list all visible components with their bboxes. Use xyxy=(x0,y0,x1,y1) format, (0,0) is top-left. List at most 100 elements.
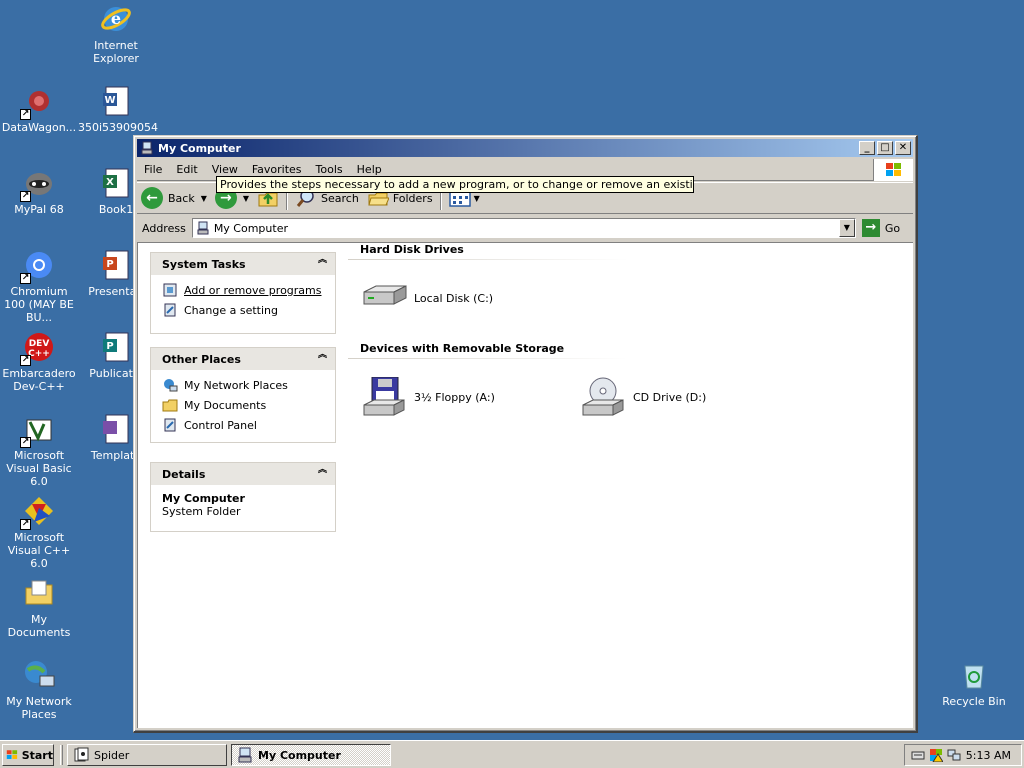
taskbar-button-spider[interactable]: Spider xyxy=(67,744,227,766)
recycle-bin-icon xyxy=(957,658,991,692)
my-documents-label: My Documents xyxy=(184,398,267,412)
floppy-drive-icon xyxy=(360,376,408,417)
address-input[interactable]: My Computer ▼ xyxy=(191,218,856,238)
other-places-panel: Other Places ︽ My Network Places My Docu… xyxy=(150,347,336,443)
desktop-icon-word-document[interactable]: W 350i53909054 xyxy=(77,84,159,134)
taskbar-grip[interactable] xyxy=(60,745,63,765)
local-disk-item[interactable]: Local Disk (C:) xyxy=(360,278,493,318)
clock[interactable]: 5:13 AM xyxy=(966,749,1011,762)
desktop-icon-devcpp[interactable]: DEV C++ ↗ Embarcadero Dev-C++ xyxy=(0,330,78,393)
security-alert-icon[interactable] xyxy=(929,748,944,763)
keyboard-icon[interactable] xyxy=(911,748,925,762)
my-documents-link[interactable]: My Documents xyxy=(162,395,324,415)
window-title: My Computer xyxy=(158,141,241,155)
desktop-icon-recycle-bin[interactable]: Recycle Bin xyxy=(935,658,1013,708)
control-panel-icon xyxy=(162,302,178,318)
window-titlebar[interactable]: My Computer _ □ ✕ xyxy=(137,139,913,157)
close-button[interactable]: ✕ xyxy=(895,141,911,155)
cd-drive-icon xyxy=(579,377,627,417)
mypal-icon: ↗ xyxy=(20,166,56,202)
add-remove-programs-link[interactable]: Add or remove programs xyxy=(162,280,324,300)
desktop-icon-chromium[interactable]: ↗ Chromium 100 (MAY BE BU... xyxy=(0,248,78,324)
shortcut-arrow-icon: ↗ xyxy=(20,519,31,530)
my-computer-icon xyxy=(197,221,209,235)
control-panel-link[interactable]: Control Panel xyxy=(162,415,324,435)
taskbar-button-my-computer[interactable]: My Computer xyxy=(231,744,391,766)
details-header[interactable]: Details ︽ xyxy=(151,463,335,485)
back-button[interactable]: ← Back ▼ xyxy=(137,184,211,212)
floppy-drive-item[interactable]: 3½ Floppy (A:) xyxy=(360,376,495,417)
chromium-icon: ↗ xyxy=(20,248,56,284)
menu-tools[interactable]: Tools xyxy=(309,163,350,176)
svg-text:X: X xyxy=(106,177,114,188)
menu-favorites[interactable]: Favorites xyxy=(245,163,309,176)
system-tasks-title: System Tasks xyxy=(162,257,246,271)
address-label: Address xyxy=(142,221,186,235)
desktop-icon-datawagon[interactable]: ↗ DataWagon... xyxy=(0,84,78,134)
maximize-button[interactable]: □ xyxy=(877,141,893,155)
menu-edit[interactable]: Edit xyxy=(169,163,204,176)
desktop-icon-label: DataWagon... xyxy=(1,121,77,134)
desktop-icon-network-places[interactable]: My Network Places xyxy=(0,658,78,721)
minimize-button[interactable]: _ xyxy=(859,141,875,155)
control-panel-label: Control Panel xyxy=(184,418,257,432)
menu-view[interactable]: View xyxy=(205,163,245,176)
system-tray: 5:13 AM xyxy=(904,744,1022,766)
desktop-icon-internet-explorer[interactable]: e Internet Explorer xyxy=(77,2,155,65)
go-button[interactable]: → Go xyxy=(861,219,900,237)
desktop-icon-label: 350i53909054 xyxy=(78,121,159,134)
collapse-chevron-icon[interactable]: ︽ xyxy=(318,351,327,360)
hard-disk-icon xyxy=(360,278,408,318)
details-type: System Folder xyxy=(162,505,241,518)
start-button[interactable]: Start xyxy=(2,744,54,766)
internet-explorer-icon: e xyxy=(99,2,133,36)
group-divider xyxy=(348,358,628,359)
desktop-icon-label: My Documents xyxy=(7,613,71,639)
desktop-icon-label: My Network Places xyxy=(6,695,72,721)
my-documents-icon xyxy=(162,397,178,413)
shortcut-arrow-icon: ↗ xyxy=(20,109,31,120)
change-setting-link[interactable]: Change a setting xyxy=(162,300,324,320)
desktop-icon-label: Chromium 100 (MAY BE BU... xyxy=(4,285,74,324)
windows-logo-icon xyxy=(873,159,913,181)
add-remove-programs-icon xyxy=(162,282,178,298)
desktop-icon-label: MyPal 68 xyxy=(14,203,64,216)
my-computer-window: My Computer _ □ ✕ File Edit View Favorit… xyxy=(133,135,918,733)
cd-drive-item[interactable]: CD Drive (D:) xyxy=(579,377,706,417)
svg-text:P: P xyxy=(106,341,113,352)
visual-cpp-icon: ↗ xyxy=(20,494,56,530)
network-places-icon xyxy=(162,377,178,393)
chevron-down-icon: ▼ xyxy=(473,193,480,203)
taskbar: Start Spider My Computer 5:13 AM xyxy=(0,740,1024,768)
menu-file[interactable]: File xyxy=(137,163,169,176)
details-title: Details xyxy=(162,467,206,481)
desktop-icon-my-documents[interactable]: My Documents xyxy=(0,576,78,639)
system-tasks-panel: System Tasks ︽ Add or remove programs Ch… xyxy=(150,252,336,334)
collapse-chevron-icon[interactable]: ︽ xyxy=(318,466,327,475)
back-label: Back xyxy=(168,191,195,205)
collapse-chevron-icon[interactable]: ︽ xyxy=(318,256,327,265)
folders-label: Folders xyxy=(392,191,433,205)
search-label: Search xyxy=(321,191,359,205)
desktop-icon-label: Microsoft Visual Basic 6.0 xyxy=(6,449,72,488)
details-panel: Details ︽ My Computer System Folder xyxy=(150,462,336,532)
other-places-header[interactable]: Other Places ︽ xyxy=(151,348,335,370)
desktop-icon-mypal[interactable]: ↗ MyPal 68 xyxy=(0,166,78,216)
tooltip: Provides the steps necessary to add a ne… xyxy=(216,176,694,193)
group-divider xyxy=(348,259,628,260)
template-icon xyxy=(99,412,133,446)
network-connection-icon[interactable] xyxy=(947,748,961,762)
desktop-icon-visual-basic[interactable]: ↗ Microsoft Visual Basic 6.0 xyxy=(0,412,78,488)
go-arrow-icon: → xyxy=(861,219,880,237)
desktop-icon-label: Microsoft Visual C++ 6.0 xyxy=(7,531,71,570)
system-tasks-header[interactable]: System Tasks ︽ xyxy=(151,253,335,275)
svg-text:P: P xyxy=(106,259,113,270)
menu-help[interactable]: Help xyxy=(350,163,389,176)
spider-solitaire-icon xyxy=(73,747,89,763)
my-network-places-link[interactable]: My Network Places xyxy=(162,375,324,395)
address-dropdown-button[interactable]: ▼ xyxy=(838,219,855,237)
desktop-icon-label: Embarcadero Dev-C++ xyxy=(2,367,76,393)
desktop-icon-visual-cpp[interactable]: ↗ Microsoft Visual C++ 6.0 xyxy=(0,494,78,570)
taskbar-button-label: Spider xyxy=(94,748,130,762)
visual-basic-icon: ↗ xyxy=(20,412,56,448)
